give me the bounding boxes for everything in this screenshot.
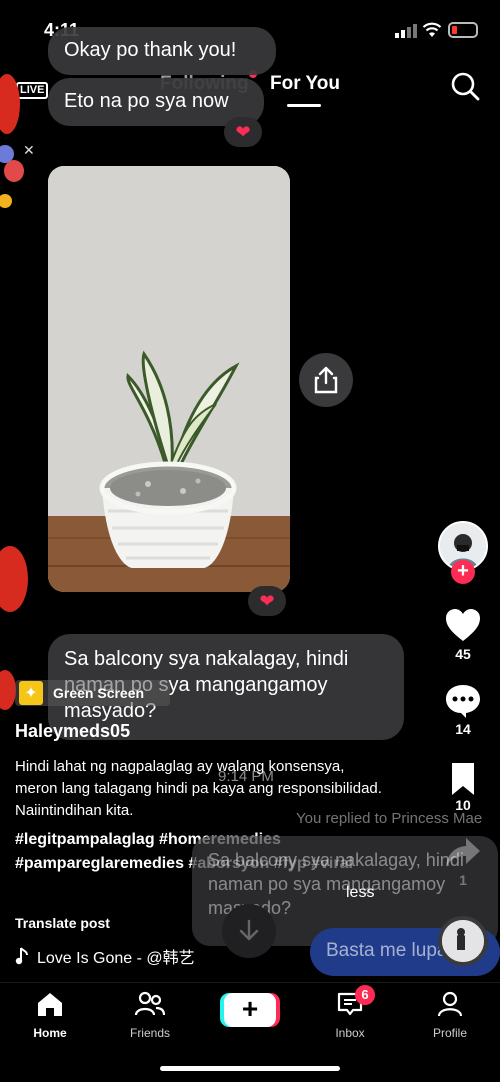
nav-inbox[interactable]: Inbox	[310, 991, 390, 1040]
create-post-button[interactable]: +	[224, 993, 276, 1027]
like-count: 45	[455, 646, 471, 662]
translate-post-link[interactable]: Translate post	[15, 915, 110, 931]
profile-icon	[437, 991, 463, 1017]
nav-inbox-label: Inbox	[335, 1026, 365, 1040]
music-title: Love Is Gone - @韩艺	[37, 950, 195, 967]
battery-icon	[448, 22, 478, 38]
effect-tag[interactable]: ✦ Green Screen	[15, 680, 170, 706]
bookmark-icon[interactable]	[444, 760, 482, 798]
comment-icon[interactable]	[444, 682, 482, 720]
message-timestamp: 9:14 PM	[218, 768, 274, 785]
comment-count: 14	[455, 721, 471, 737]
heart-reaction-icon: ❤	[248, 586, 286, 616]
home-indicator	[160, 1066, 340, 1071]
inbox-badge: 6	[355, 985, 375, 1005]
heart-reaction-icon: ❤	[224, 117, 262, 147]
coin-icon	[0, 194, 12, 208]
search-icon[interactable]	[450, 71, 480, 101]
nav-home-label: Home	[33, 1026, 67, 1040]
close-icon[interactable]: ✕	[23, 142, 35, 159]
follow-button[interactable]: +	[451, 560, 475, 584]
music-info[interactable]: Love Is Gone - @韩艺	[15, 944, 195, 968]
arrow-down-icon	[239, 919, 259, 941]
nav-friends[interactable]: Friends	[110, 991, 190, 1040]
live-label: LIVE	[16, 82, 49, 99]
active-tab-indicator	[287, 104, 321, 107]
decorative-blob	[0, 546, 28, 612]
nav-profile-label: Profile	[432, 1026, 467, 1040]
effect-label: Green Screen	[53, 685, 145, 701]
cellular-signal-icon	[395, 24, 417, 38]
like-heart-icon[interactable]	[444, 607, 482, 645]
decorative-blob	[0, 670, 16, 710]
music-note-icon	[15, 947, 28, 965]
nav-profile[interactable]: Profile	[410, 991, 490, 1040]
nav-home[interactable]: Home	[10, 991, 90, 1040]
disc-image	[442, 920, 484, 962]
friends-icon	[134, 991, 166, 1016]
share-icon	[314, 366, 338, 394]
tab-for-you[interactable]: For You	[270, 73, 340, 95]
home-icon	[38, 993, 62, 1016]
nav-friends-label: Friends	[129, 1026, 170, 1040]
creator-username[interactable]: Haleymeds05	[15, 721, 130, 742]
music-disc-icon[interactable]	[438, 916, 488, 966]
shared-photo[interactable]	[48, 166, 290, 592]
wifi-icon	[422, 22, 442, 37]
scroll-down-button[interactable]	[222, 904, 276, 958]
share-photo-button[interactable]	[299, 353, 353, 407]
reply-note: You replied to Princess Mae	[296, 810, 483, 827]
plant-image	[48, 166, 290, 592]
balloon-icon	[4, 160, 24, 182]
less-toggle[interactable]: less	[346, 884, 374, 902]
chat-bubble[interactable]: Okay po thank you!	[48, 27, 276, 75]
green-screen-icon: ✦	[19, 681, 43, 705]
